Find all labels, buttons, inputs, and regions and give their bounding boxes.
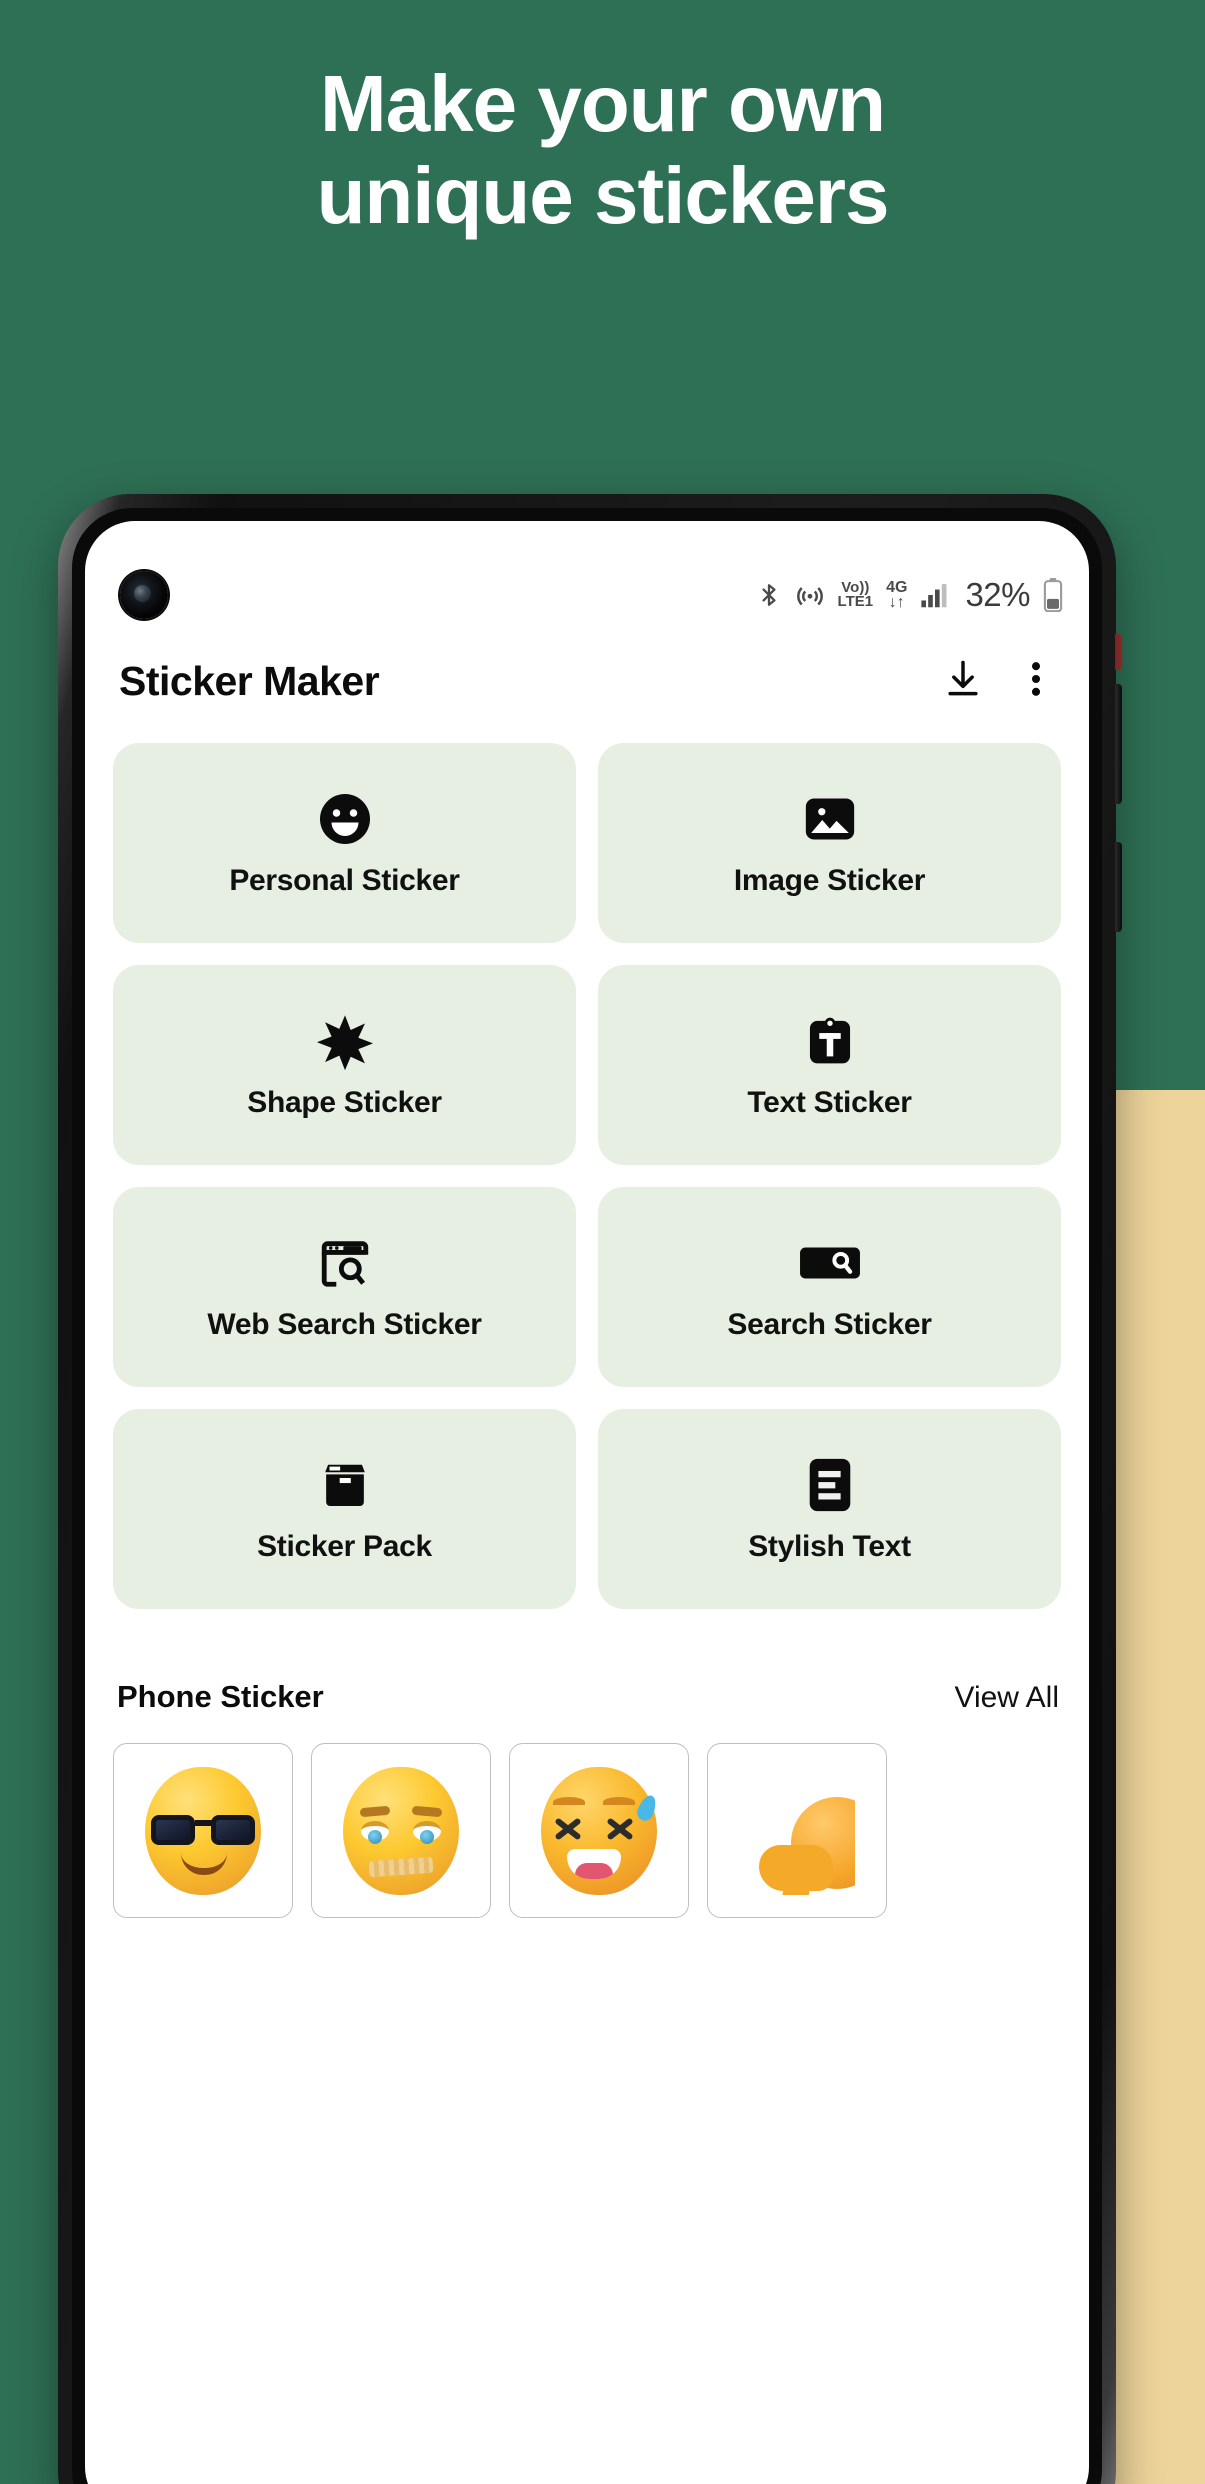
- section-title: Phone Sticker: [117, 1679, 324, 1714]
- volte-indicator: Vo)) LTE1: [837, 580, 874, 610]
- headline-line-2: unique stickers: [316, 151, 890, 240]
- sticker-tile-sunglasses[interactable]: [113, 1743, 293, 1918]
- feature-card-text-sticker[interactable]: Text Sticker: [598, 965, 1061, 1165]
- phone-screen: Vo)) LTE1 4G ↓↑ 32% Sticker Maker Person…: [85, 521, 1089, 2484]
- app-bar: Sticker Maker: [85, 633, 1089, 729]
- phone-bezel: Vo)) LTE1 4G ↓↑ 32% Sticker Maker Person…: [72, 508, 1102, 2484]
- sticker-strip[interactable]: [113, 1743, 1089, 1918]
- feature-card-personal-sticker[interactable]: Personal Sticker: [113, 743, 576, 943]
- front-camera-icon: [120, 571, 168, 619]
- download-icon[interactable]: [941, 657, 985, 706]
- network-type-label: 4G: [886, 578, 908, 596]
- feature-card-stylish-text[interactable]: Stylish Text: [598, 1409, 1061, 1609]
- sticker-tile-tired-crying[interactable]: [509, 1743, 689, 1918]
- feature-label: Web Search Sticker: [207, 1308, 482, 1341]
- status-bar: Vo)) LTE1 4G ↓↑ 32%: [756, 571, 1063, 619]
- feature-grid: Personal Sticker Image Sticker Shape Sti…: [113, 743, 1061, 1609]
- more-vertical-icon[interactable]: [1019, 657, 1053, 706]
- feature-card-shape-sticker[interactable]: Shape Sticker: [113, 965, 576, 1165]
- clipboard-text-icon: [802, 1010, 858, 1072]
- feature-card-image-sticker[interactable]: Image Sticker: [598, 743, 1061, 943]
- data-arrows-label: ↓↑: [888, 594, 905, 611]
- feature-label: Shape Sticker: [247, 1086, 442, 1119]
- bluetooth-icon: [756, 580, 782, 610]
- hand-emoji-partial: [739, 1767, 855, 1895]
- feature-label: Image Sticker: [733, 864, 926, 897]
- sticker-section-header: Phone Sticker View All: [117, 1679, 1059, 1715]
- view-all-link[interactable]: View All: [954, 1681, 1059, 1715]
- feature-label: Sticker Pack: [257, 1530, 432, 1563]
- search-bar-icon: [799, 1232, 861, 1294]
- smiley-face-icon: [315, 788, 375, 850]
- feature-card-sticker-pack[interactable]: Sticker Pack: [113, 1409, 576, 1609]
- battery-icon: [1043, 578, 1063, 612]
- feature-card-search-sticker[interactable]: Search Sticker: [598, 1187, 1061, 1387]
- hotspot-icon: [795, 580, 825, 610]
- feature-card-web-search-sticker[interactable]: Web Search Sticker: [113, 1187, 576, 1387]
- browser-search-icon: [316, 1232, 374, 1294]
- feature-label: Stylish Text: [748, 1530, 911, 1563]
- text-lines-icon: [808, 1454, 852, 1516]
- image-photo-icon: [801, 788, 859, 850]
- feature-label: Text Sticker: [747, 1086, 912, 1119]
- battery-percent-label: 32%: [965, 576, 1030, 613]
- sunglasses-emoji: [145, 1766, 261, 1895]
- sticker-tile-zipper-face[interactable]: [311, 1743, 491, 1918]
- phone-mockup: Vo)) LTE1 4G ↓↑ 32% Sticker Maker Person…: [58, 494, 1122, 2484]
- volte-bottom-label: LTE1: [837, 593, 874, 610]
- tired-crying-emoji: [541, 1766, 660, 1895]
- power-button[interactable]: [1115, 634, 1122, 670]
- headline-line-1: Make your own: [320, 59, 886, 148]
- promo-headline: Make your own unique stickers: [0, 58, 1205, 242]
- box-package-icon: [320, 1454, 370, 1516]
- signal-bars-icon: [920, 581, 950, 609]
- feature-label: Personal Sticker: [229, 864, 460, 897]
- zipper-face-emoji: [343, 1766, 459, 1895]
- sticker-tile-hand-emoji[interactable]: [707, 1743, 887, 1918]
- network-type-indicator: 4G ↓↑: [886, 578, 908, 611]
- volume-down-button[interactable]: [1115, 842, 1122, 932]
- feature-label: Search Sticker: [727, 1308, 932, 1341]
- page-title: Sticker Maker: [119, 657, 380, 704]
- volume-up-button[interactable]: [1115, 684, 1122, 804]
- star-burst-icon: [316, 1010, 374, 1072]
